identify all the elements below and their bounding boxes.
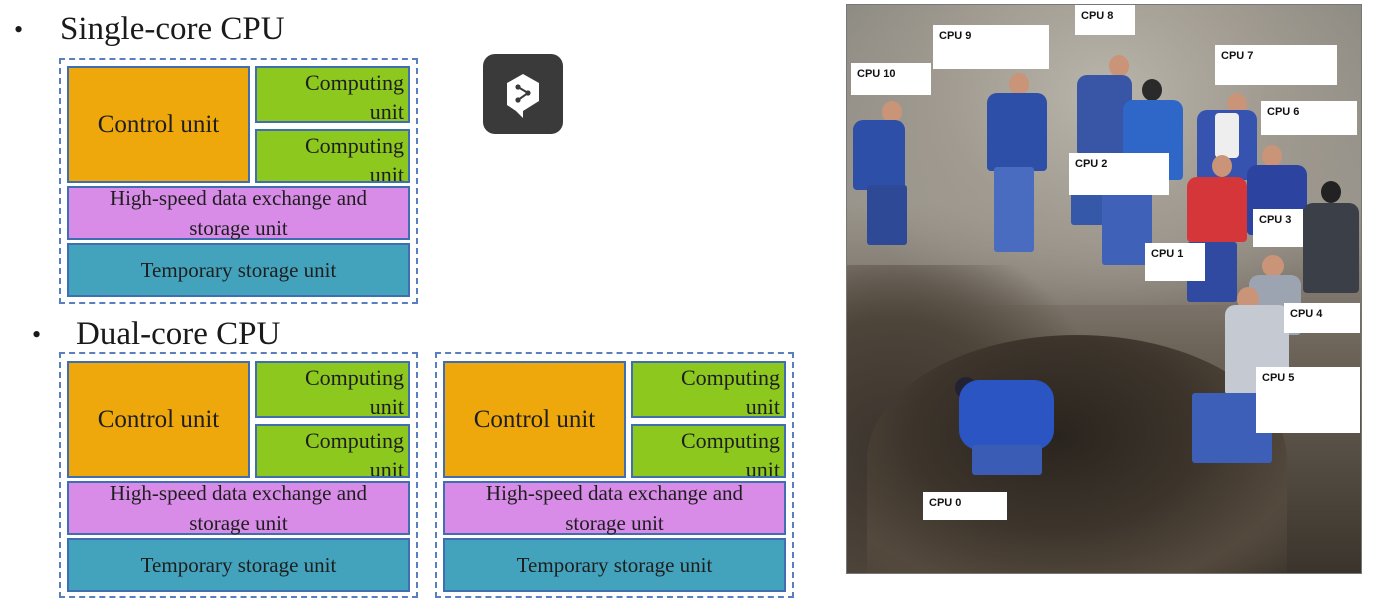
cpu-label: CPU 3 [1253, 209, 1303, 247]
temporary-storage-unit: Temporary storage unit [67, 243, 410, 297]
cpu-label: CPU 5 [1256, 367, 1360, 433]
workers-photo: CPU 8 CPU 9 CPU 7 CPU 10 CPU 6 CPU 2 CPU… [846, 4, 1362, 574]
single-core-title: Single-core CPU [60, 11, 285, 47]
computing-unit: Computing unit [631, 361, 786, 418]
dual-core-title: Dual-core CPU [76, 316, 281, 352]
share-logo-icon[interactable] [483, 54, 563, 134]
bullet: • [32, 320, 42, 349]
high-speed-data-exchange-unit: High-speed data exchange and storage uni… [443, 481, 786, 535]
computing-unit: Computing unit [631, 424, 786, 478]
computing-unit: Computing unit [255, 361, 410, 418]
control-unit: Control unit [443, 361, 626, 478]
control-unit: Control unit [67, 361, 250, 478]
computing-unit: Computing unit [255, 424, 410, 478]
cpu-label: CPU 6 [1261, 101, 1357, 135]
cpu-label: CPU 2 [1069, 153, 1169, 195]
cpu-label: CPU 1 [1145, 243, 1205, 281]
cpu-label: CPU 10 [851, 63, 931, 95]
computing-unit: Computing unit [255, 66, 410, 123]
cpu-label: CPU 0 [923, 492, 1007, 520]
temporary-storage-unit: Temporary storage unit [67, 538, 410, 592]
high-speed-data-exchange-unit: High-speed data exchange and storage uni… [67, 186, 410, 240]
computing-unit: Computing unit [255, 129, 410, 183]
cpu-label: CPU 4 [1284, 303, 1360, 333]
cpu-label: CPU 7 [1215, 45, 1337, 85]
control-unit: Control unit [67, 66, 250, 183]
temporary-storage-unit: Temporary storage unit [443, 538, 786, 592]
high-speed-data-exchange-unit: High-speed data exchange and storage uni… [67, 481, 410, 535]
bullet: • [14, 15, 24, 44]
cpu-label: CPU 9 [933, 25, 1049, 69]
cpu-label: CPU 8 [1075, 5, 1135, 35]
